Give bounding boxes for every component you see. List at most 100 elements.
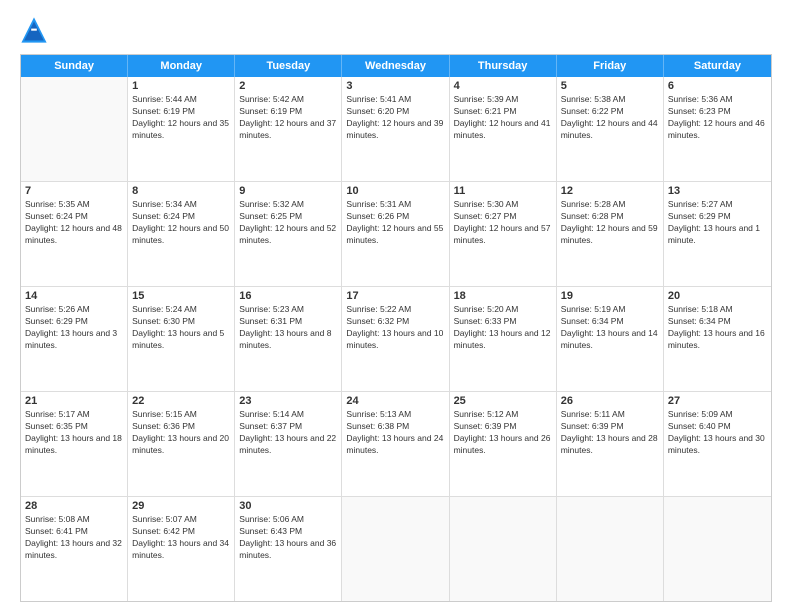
- calendar-cell: 26 Sunrise: 5:11 AMSunset: 6:39 PMDayligh…: [557, 392, 664, 496]
- calendar-cell: 28 Sunrise: 5:08 AMSunset: 6:41 PMDayligh…: [21, 497, 128, 601]
- calendar-cell: 11 Sunrise: 5:30 AMSunset: 6:27 PMDayligh…: [450, 182, 557, 286]
- cell-info: Sunrise: 5:36 AMSunset: 6:23 PMDaylight:…: [668, 94, 767, 142]
- calendar-cell: 13 Sunrise: 5:27 AMSunset: 6:29 PMDayligh…: [664, 182, 771, 286]
- calendar-cell: 7Sunrise: 5:35 AMSunset: 6:24 PMDaylight…: [21, 182, 128, 286]
- weekday-header: Tuesday: [235, 55, 342, 77]
- calendar-cell: 20Sunrise: 5:18 AMSunset: 6:34 PMDayligh…: [664, 287, 771, 391]
- calendar-cell: 22Sunrise: 5:15 AMSunset: 6:36 PMDayligh…: [128, 392, 235, 496]
- page: SundayMondayTuesdayWednesdayThursdayFrid…: [0, 0, 792, 612]
- calendar-cell: 4 Sunrise: 5:39 AMSunset: 6:21 PMDaylight…: [450, 77, 557, 181]
- cell-info: Sunrise: 5:13 AMSunset: 6:38 PMDaylight:…: [346, 409, 444, 457]
- calendar-row: 7Sunrise: 5:35 AMSunset: 6:24 PMDaylight…: [21, 182, 771, 287]
- weekday-header: Friday: [557, 55, 664, 77]
- cell-info: Sunrise: 5:11 AMSunset: 6:39 PMDaylight:…: [561, 409, 659, 457]
- calendar-cell: 1 Sunrise: 5:44 AMSunset: 6:19 PMDaylight…: [128, 77, 235, 181]
- calendar-cell: 10 Sunrise: 5:31 AMSunset: 6:26 PMDayligh…: [342, 182, 449, 286]
- calendar: SundayMondayTuesdayWednesdayThursdayFrid…: [20, 54, 772, 602]
- cell-info: Sunrise: 5:34 AMSunset: 6:24 PMDaylight:…: [132, 199, 230, 247]
- cell-info: Sunrise: 5:07 AMSunset: 6:42 PMDaylight:…: [132, 514, 230, 562]
- day-number: 12: [561, 185, 659, 197]
- day-number: 23: [239, 395, 337, 407]
- day-number: 1: [132, 80, 230, 92]
- cell-info: Sunrise: 5:27 AMSunset: 6:29 PMDaylight:…: [668, 199, 767, 247]
- cell-info: Sunrise: 5:14 AMSunset: 6:37 PMDaylight:…: [239, 409, 337, 457]
- cell-info: Sunrise: 5:12 AMSunset: 6:39 PMDaylight:…: [454, 409, 552, 457]
- cell-info: Sunrise: 5:06 AMSunset: 6:43 PMDaylight:…: [239, 514, 337, 562]
- cell-info: Sunrise: 5:18 AMSunset: 6:34 PMDaylight:…: [668, 304, 767, 352]
- cell-info: Sunrise: 5:28 AMSunset: 6:28 PMDaylight:…: [561, 199, 659, 247]
- cell-info: Sunrise: 5:38 AMSunset: 6:22 PMDaylight:…: [561, 94, 659, 142]
- cell-info: Sunrise: 5:15 AMSunset: 6:36 PMDaylight:…: [132, 409, 230, 457]
- cell-info: Sunrise: 5:24 AMSunset: 6:30 PMDaylight:…: [132, 304, 230, 352]
- day-number: 11: [454, 185, 552, 197]
- day-number: 14: [25, 290, 123, 302]
- weekday-header: Thursday: [450, 55, 557, 77]
- cell-info: Sunrise: 5:35 AMSunset: 6:24 PMDaylight:…: [25, 199, 123, 247]
- calendar-cell: 6Sunrise: 5:36 AMSunset: 6:23 PMDaylight…: [664, 77, 771, 181]
- day-number: 26: [561, 395, 659, 407]
- cell-info: Sunrise: 5:26 AMSunset: 6:29 PMDaylight:…: [25, 304, 123, 352]
- calendar-cell: 21 Sunrise: 5:17 AMSunset: 6:35 PMDayligh…: [21, 392, 128, 496]
- cell-info: Sunrise: 5:20 AMSunset: 6:33 PMDaylight:…: [454, 304, 552, 352]
- cell-info: Sunrise: 5:31 AMSunset: 6:26 PMDaylight:…: [346, 199, 444, 247]
- calendar-cell: 25 Sunrise: 5:12 AMSunset: 6:39 PMDayligh…: [450, 392, 557, 496]
- cell-info: Sunrise: 5:22 AMSunset: 6:32 PMDaylight:…: [346, 304, 444, 352]
- day-number: 30: [239, 500, 337, 512]
- calendar-cell: 16 Sunrise: 5:23 AMSunset: 6:31 PMDayligh…: [235, 287, 342, 391]
- weekday-header: Sunday: [21, 55, 128, 77]
- day-number: 2: [239, 80, 337, 92]
- day-number: 5: [561, 80, 659, 92]
- cell-info: Sunrise: 5:19 AMSunset: 6:34 PMDaylight:…: [561, 304, 659, 352]
- day-number: 17: [346, 290, 444, 302]
- calendar-cell: 18 Sunrise: 5:20 AMSunset: 6:33 PMDayligh…: [450, 287, 557, 391]
- weekday-header: Wednesday: [342, 55, 449, 77]
- cell-info: Sunrise: 5:42 AMSunset: 6:19 PMDaylight:…: [239, 94, 337, 142]
- calendar-cell: 8 Sunrise: 5:34 AMSunset: 6:24 PMDaylight…: [128, 182, 235, 286]
- day-number: 21: [25, 395, 123, 407]
- header: [20, 16, 772, 44]
- calendar-cell: 23 Sunrise: 5:14 AMSunset: 6:37 PMDayligh…: [235, 392, 342, 496]
- logo-icon: [20, 16, 48, 44]
- cell-info: Sunrise: 5:39 AMSunset: 6:21 PMDaylight:…: [454, 94, 552, 142]
- calendar-cell: 15 Sunrise: 5:24 AMSunset: 6:30 PMDayligh…: [128, 287, 235, 391]
- cell-info: Sunrise: 5:23 AMSunset: 6:31 PMDaylight:…: [239, 304, 337, 352]
- day-number: 16: [239, 290, 337, 302]
- calendar-cell: 30 Sunrise: 5:06 AMSunset: 6:43 PMDayligh…: [235, 497, 342, 601]
- day-number: 24: [346, 395, 444, 407]
- day-number: 13: [668, 185, 767, 197]
- cell-info: Sunrise: 5:17 AMSunset: 6:35 PMDaylight:…: [25, 409, 123, 457]
- day-number: 18: [454, 290, 552, 302]
- day-number: 28: [25, 500, 123, 512]
- calendar-row: 14 Sunrise: 5:26 AMSunset: 6:29 PMDayligh…: [21, 287, 771, 392]
- calendar-cell: 27 Sunrise: 5:09 AMSunset: 6:40 PMDayligh…: [664, 392, 771, 496]
- calendar-cell: 12 Sunrise: 5:28 AMSunset: 6:28 PMDayligh…: [557, 182, 664, 286]
- cell-info: Sunrise: 5:44 AMSunset: 6:19 PMDaylight:…: [132, 94, 230, 142]
- calendar-cell: 29 Sunrise: 5:07 AMSunset: 6:42 PMDayligh…: [128, 497, 235, 601]
- day-number: 25: [454, 395, 552, 407]
- day-number: 8: [132, 185, 230, 197]
- cell-info: Sunrise: 5:09 AMSunset: 6:40 PMDaylight:…: [668, 409, 767, 457]
- cell-info: Sunrise: 5:41 AMSunset: 6:20 PMDaylight:…: [346, 94, 444, 142]
- calendar-cell: 17 Sunrise: 5:22 AMSunset: 6:32 PMDayligh…: [342, 287, 449, 391]
- calendar-cell: [664, 497, 771, 601]
- cell-info: Sunrise: 5:08 AMSunset: 6:41 PMDaylight:…: [25, 514, 123, 562]
- day-number: 9: [239, 185, 337, 197]
- weekday-header: Monday: [128, 55, 235, 77]
- calendar-header: SundayMondayTuesdayWednesdayThursdayFrid…: [21, 55, 771, 77]
- cell-info: Sunrise: 5:30 AMSunset: 6:27 PMDaylight:…: [454, 199, 552, 247]
- calendar-row: 28 Sunrise: 5:08 AMSunset: 6:41 PMDayligh…: [21, 497, 771, 601]
- logo: [20, 16, 52, 44]
- day-number: 4: [454, 80, 552, 92]
- calendar-cell: [557, 497, 664, 601]
- day-number: 15: [132, 290, 230, 302]
- calendar-row: 1 Sunrise: 5:44 AMSunset: 6:19 PMDaylight…: [21, 77, 771, 182]
- calendar-cell: 9Sunrise: 5:32 AMSunset: 6:25 PMDaylight…: [235, 182, 342, 286]
- calendar-cell: 5 Sunrise: 5:38 AMSunset: 6:22 PMDaylight…: [557, 77, 664, 181]
- calendar-cell: [21, 77, 128, 181]
- calendar-cell: [342, 497, 449, 601]
- calendar-cell: 3 Sunrise: 5:41 AMSunset: 6:20 PMDaylight…: [342, 77, 449, 181]
- day-number: 27: [668, 395, 767, 407]
- day-number: 3: [346, 80, 444, 92]
- day-number: 29: [132, 500, 230, 512]
- day-number: 10: [346, 185, 444, 197]
